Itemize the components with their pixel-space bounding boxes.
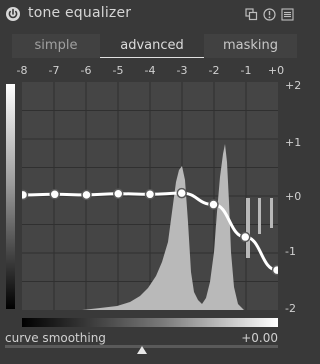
menu-icon[interactable] bbox=[281, 8, 294, 21]
correction-label: -1 bbox=[285, 245, 296, 258]
ev-label: -7 bbox=[48, 64, 60, 77]
curve-node[interactable] bbox=[144, 189, 156, 200]
power-icon[interactable] bbox=[5, 6, 21, 22]
ev-label: +0 bbox=[267, 64, 285, 77]
tab-advanced[interactable]: advanced bbox=[100, 34, 204, 58]
tab-masking[interactable]: masking bbox=[204, 34, 297, 58]
ev-label: -2 bbox=[208, 64, 220, 77]
tone-curve-graph[interactable] bbox=[22, 82, 278, 310]
presets-icon[interactable] bbox=[245, 8, 258, 21]
curve-node[interactable] bbox=[240, 231, 251, 243]
ev-label: -8 bbox=[16, 64, 28, 77]
correction-label: -2 bbox=[285, 302, 296, 315]
tab-bar: simple advanced masking bbox=[12, 34, 297, 58]
tab-simple[interactable]: simple bbox=[12, 34, 100, 58]
curve-node[interactable] bbox=[176, 187, 187, 199]
curve-node[interactable] bbox=[22, 189, 29, 201]
curve-node[interactable] bbox=[81, 189, 92, 201]
correction-label: +2 bbox=[285, 79, 302, 92]
ev-label: -3 bbox=[176, 64, 188, 77]
module-title: tone equalizer bbox=[28, 5, 132, 21]
histogram-bar bbox=[270, 198, 273, 228]
curve-smoothing-label: curve smoothing bbox=[5, 331, 106, 345]
ev-label: -1 bbox=[240, 64, 252, 77]
ev-label: -6 bbox=[80, 64, 92, 77]
curve-node[interactable] bbox=[208, 199, 219, 210]
curve-node[interactable] bbox=[49, 189, 60, 200]
ev-label: -4 bbox=[144, 64, 156, 77]
correction-label: +0 bbox=[285, 190, 302, 203]
curve-node[interactable] bbox=[271, 264, 279, 276]
slider-knob-icon[interactable] bbox=[137, 346, 147, 354]
curve-node[interactable] bbox=[113, 188, 124, 199]
reset-icon[interactable] bbox=[263, 8, 276, 21]
input-gradient-bar bbox=[22, 318, 278, 327]
ev-label: -5 bbox=[112, 64, 124, 77]
curve-smoothing-value[interactable]: +0.00 bbox=[241, 331, 278, 345]
module-header: tone equalizer bbox=[0, 0, 305, 30]
output-gradient-bar bbox=[6, 84, 15, 309]
histogram-bar bbox=[258, 198, 261, 234]
histogram-bar bbox=[246, 198, 250, 258]
correction-label: +1 bbox=[285, 136, 302, 149]
